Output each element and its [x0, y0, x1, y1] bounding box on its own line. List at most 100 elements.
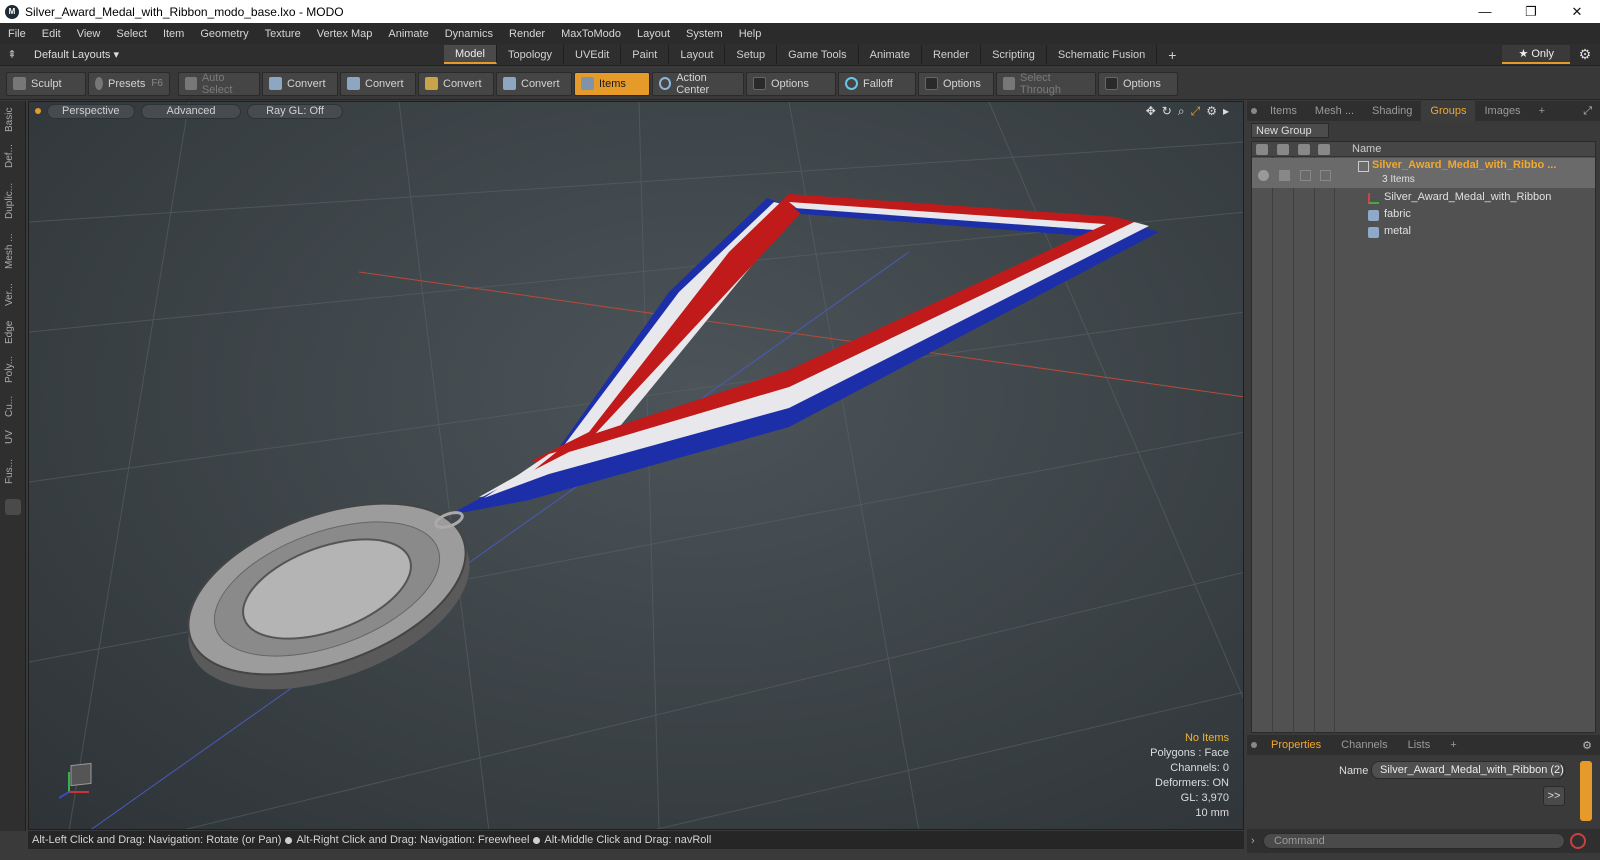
auto-select-button[interactable]: Auto Select: [178, 71, 260, 96]
menu-select[interactable]: Select: [108, 28, 155, 40]
tab-images[interactable]: Images: [1475, 101, 1529, 121]
select-toggle[interactable]: [1320, 170, 1331, 181]
lock-toggle[interactable]: [1300, 170, 1311, 181]
left-tab-curve[interactable]: Cu...: [4, 391, 22, 421]
left-tab-vertex[interactable]: Ver...: [4, 277, 22, 313]
advanced-dropdown[interactable]: Advanced: [141, 103, 241, 119]
tab-shading[interactable]: Shading: [1363, 101, 1421, 121]
options-button-1[interactable]: Options: [746, 71, 836, 96]
tab-lists[interactable]: Lists: [1398, 739, 1441, 751]
menu-edit[interactable]: Edit: [34, 28, 69, 40]
panel-menu-icon[interactable]: [1251, 742, 1257, 748]
presets-button[interactable]: Presets F6: [88, 71, 170, 96]
menu-geometry[interactable]: Geometry: [192, 28, 256, 40]
menu-help[interactable]: Help: [731, 28, 770, 40]
tab-setup[interactable]: Setup: [725, 45, 778, 64]
tab-items[interactable]: Items: [1261, 101, 1306, 121]
perspective-dropdown[interactable]: Perspective: [47, 103, 135, 119]
visibility-eye-icon[interactable]: [1258, 170, 1269, 181]
convert-button-3[interactable]: Convert: [418, 71, 494, 96]
minimize-button[interactable]: —: [1462, 0, 1508, 23]
select-icon[interactable]: [1318, 144, 1330, 155]
menu-texture[interactable]: Texture: [257, 28, 309, 40]
add-props-tab[interactable]: +: [1440, 739, 1466, 751]
3d-viewport[interactable]: Perspective Advanced Ray GL: Off ✥ ↻ ⌕ ⤢…: [28, 101, 1244, 830]
record-macro-icon[interactable]: [1570, 833, 1586, 849]
raygl-toggle[interactable]: Ray GL: Off: [247, 103, 343, 119]
convert-button-1[interactable]: Convert: [262, 71, 338, 96]
panel-menu-icon[interactable]: [1251, 108, 1257, 114]
convert-button-4[interactable]: Convert: [496, 71, 572, 96]
options-button-2[interactable]: Options: [918, 71, 994, 96]
left-tab-basic[interactable]: Basic: [4, 105, 22, 135]
menu-animate[interactable]: Animate: [380, 28, 436, 40]
zoom-view-icon[interactable]: ⌕: [1178, 104, 1185, 119]
add-tab-button[interactable]: +: [1157, 45, 1187, 64]
convert-button-2[interactable]: Convert: [340, 71, 416, 96]
viewport-menu-icon[interactable]: [35, 108, 41, 114]
maximize-button[interactable]: ❐: [1508, 0, 1554, 23]
left-tab-fusion[interactable]: Fus...: [4, 453, 22, 489]
gear-icon[interactable]: ⚙: [1570, 46, 1600, 63]
tab-layout[interactable]: Layout: [669, 45, 726, 64]
tab-schematic-fusion[interactable]: Schematic Fusion: [1047, 45, 1158, 64]
select-through-button[interactable]: Select Through: [996, 71, 1096, 96]
left-tab-mesh[interactable]: Mesh ...: [4, 229, 22, 273]
render-icon[interactable]: [1279, 170, 1290, 181]
more-button[interactable]: >>: [1543, 786, 1565, 806]
left-tab-edge[interactable]: Edge: [4, 317, 22, 347]
menu-dynamics[interactable]: Dynamics: [437, 28, 501, 40]
layouts-arrow-icon[interactable]: ⇞: [0, 48, 24, 61]
menu-file[interactable]: File: [0, 28, 34, 40]
visibility-eye-icon[interactable]: [1256, 144, 1268, 155]
new-group-button[interactable]: New Group: [1251, 123, 1329, 138]
default-layouts-dropdown[interactable]: Default Layouts ▾: [24, 48, 444, 61]
group-row-root[interactable]: Silver_Award_Medal_with_Ribbo ... 3 Item…: [1252, 158, 1595, 188]
tab-channels[interactable]: Channels: [1331, 739, 1397, 751]
group-child-row[interactable]: Silver_Award_Medal_with_Ribbon: [1252, 190, 1595, 207]
menu-layout[interactable]: Layout: [629, 28, 678, 40]
menu-view[interactable]: View: [69, 28, 109, 40]
viewport-expand-icon[interactable]: ▸: [1223, 104, 1229, 119]
menu-item[interactable]: Item: [155, 28, 192, 40]
tab-game-tools[interactable]: Game Tools: [777, 45, 859, 64]
only-toggle[interactable]: ★ Only: [1502, 45, 1570, 64]
tab-topology[interactable]: Topology: [497, 45, 565, 64]
tab-animate[interactable]: Animate: [859, 45, 922, 64]
action-center-button[interactable]: Action Center: [652, 71, 744, 96]
left-tab-duplicate[interactable]: Duplic...: [4, 177, 22, 225]
falloff-button[interactable]: Falloff: [838, 71, 916, 96]
group-child-row[interactable]: fabric: [1252, 207, 1595, 224]
tab-groups[interactable]: Groups: [1421, 101, 1476, 121]
viewport-settings-icon[interactable]: ⚙: [1206, 104, 1217, 119]
menu-maxtomodo[interactable]: MaxToModo: [553, 28, 629, 40]
props-settings-icon[interactable]: ⚙: [1582, 739, 1592, 752]
left-panel-toggle[interactable]: [5, 499, 21, 515]
tab-uvedit[interactable]: UVEdit: [564, 45, 622, 64]
left-tab-deform[interactable]: Def...: [4, 139, 22, 173]
tab-render[interactable]: Render: [922, 45, 982, 64]
lock-icon[interactable]: [1298, 144, 1310, 155]
fit-view-icon[interactable]: ⤢: [1191, 104, 1201, 119]
add-panel-tab[interactable]: +: [1530, 101, 1554, 121]
tab-properties[interactable]: Properties: [1261, 739, 1331, 751]
menu-render[interactable]: Render: [501, 28, 553, 40]
close-button[interactable]: ✕: [1554, 0, 1600, 23]
left-tab-uv[interactable]: UV: [4, 425, 22, 449]
options-button-3[interactable]: Options: [1098, 71, 1178, 96]
group-child-row[interactable]: metal: [1252, 224, 1595, 241]
menu-vertex-map[interactable]: Vertex Map: [309, 28, 381, 40]
move-view-icon[interactable]: ✥: [1146, 104, 1156, 119]
tab-mesh[interactable]: Mesh ...: [1306, 101, 1363, 121]
left-tab-polygon[interactable]: Poly...: [4, 351, 22, 387]
menu-system[interactable]: System: [678, 28, 731, 40]
rotate-view-icon[interactable]: ↻: [1162, 104, 1172, 119]
render-icon[interactable]: [1277, 144, 1289, 155]
sculpt-button[interactable]: Sculpt: [6, 71, 86, 96]
command-input[interactable]: Command: [1263, 833, 1565, 849]
expand-panel-icon[interactable]: ⤢: [1583, 105, 1592, 118]
tab-scripting[interactable]: Scripting: [981, 45, 1047, 64]
color-swatch[interactable]: [1580, 761, 1592, 821]
items-mode-button[interactable]: Items: [574, 71, 650, 96]
tab-paint[interactable]: Paint: [621, 45, 670, 64]
